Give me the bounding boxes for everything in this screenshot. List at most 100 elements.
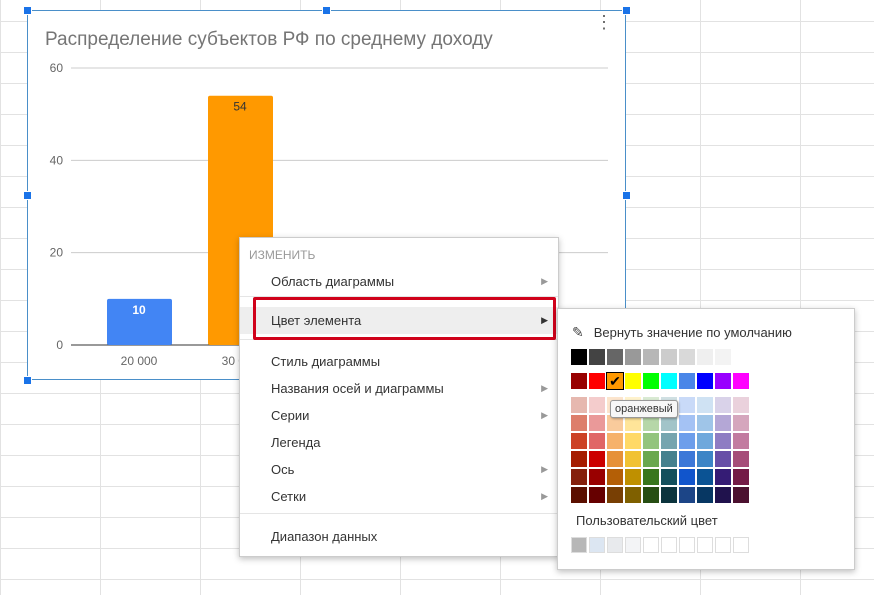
- color-swatch[interactable]: [697, 415, 713, 431]
- resize-handle[interactable]: [23, 6, 32, 15]
- reset-default-item[interactable]: ✎ Вернуть значение по умолчанию: [572, 324, 792, 341]
- color-swatch[interactable]: [571, 397, 587, 413]
- y-tick-label: 40: [50, 153, 64, 167]
- color-swatch[interactable]: [607, 469, 623, 485]
- resize-handle[interactable]: [23, 376, 32, 385]
- color-swatch[interactable]: [733, 451, 749, 467]
- color-swatch[interactable]: [733, 415, 749, 431]
- color-swatch[interactable]: [715, 415, 731, 431]
- color-swatch[interactable]: [679, 349, 695, 365]
- color-swatch[interactable]: [697, 451, 713, 467]
- resize-handle[interactable]: [622, 6, 631, 15]
- color-swatch[interactable]: [679, 433, 695, 449]
- color-swatch[interactable]: [643, 451, 659, 467]
- color-swatch[interactable]: [733, 469, 749, 485]
- menu-item[interactable]: Область диаграммы ▶: [240, 268, 558, 295]
- color-swatch[interactable]: [625, 349, 641, 365]
- color-swatch[interactable]: [589, 451, 605, 467]
- color-swatch[interactable]: [625, 487, 641, 503]
- color-swatch[interactable]: [679, 415, 695, 431]
- menu-item[interactable]: Серии ▶: [240, 402, 558, 429]
- custom-color-swatch[interactable]: [607, 537, 623, 553]
- color-swatch[interactable]: [589, 415, 605, 431]
- color-swatch[interactable]: [733, 373, 749, 389]
- color-swatch[interactable]: [697, 469, 713, 485]
- color-swatch[interactable]: [589, 469, 605, 485]
- color-swatch[interactable]: [643, 487, 659, 503]
- color-swatch[interactable]: [679, 469, 695, 485]
- color-swatch[interactable]: [715, 451, 731, 467]
- color-swatch[interactable]: [697, 487, 713, 503]
- highlight-box: [253, 297, 556, 340]
- color-swatch[interactable]: ✔: [606, 372, 624, 390]
- color-swatch[interactable]: [733, 487, 749, 503]
- color-swatch[interactable]: [589, 373, 605, 389]
- color-tooltip: оранжевый: [610, 400, 678, 418]
- color-swatch[interactable]: [733, 433, 749, 449]
- color-swatch[interactable]: [715, 469, 731, 485]
- color-swatch[interactable]: [715, 433, 731, 449]
- color-swatch[interactable]: [607, 349, 623, 365]
- custom-color-swatch[interactable]: [679, 537, 695, 553]
- menu-item[interactable]: Ось ▶: [240, 456, 558, 483]
- color-swatch[interactable]: [679, 487, 695, 503]
- menu-item[interactable]: Сетки ▶: [240, 483, 558, 510]
- color-swatch[interactable]: [571, 469, 587, 485]
- color-swatch[interactable]: [589, 487, 605, 503]
- color-swatch[interactable]: [679, 451, 695, 467]
- custom-color-swatch[interactable]: [571, 537, 587, 553]
- color-swatch[interactable]: [589, 349, 605, 365]
- color-swatch[interactable]: [643, 433, 659, 449]
- color-swatch[interactable]: [571, 451, 587, 467]
- color-swatch[interactable]: [715, 349, 731, 365]
- custom-color-swatch[interactable]: [643, 537, 659, 553]
- color-swatch[interactable]: [571, 373, 587, 389]
- custom-color-swatch[interactable]: [625, 537, 641, 553]
- menu-item[interactable]: Диапазон данных: [240, 523, 558, 550]
- color-swatch[interactable]: [733, 349, 749, 365]
- custom-color-swatch[interactable]: [697, 537, 713, 553]
- color-swatch[interactable]: [571, 415, 587, 431]
- color-swatch[interactable]: [643, 469, 659, 485]
- custom-color-swatch[interactable]: [733, 537, 749, 553]
- color-swatch[interactable]: [679, 373, 695, 389]
- color-swatch[interactable]: [607, 487, 623, 503]
- color-swatch[interactable]: [715, 373, 731, 389]
- color-swatch[interactable]: [625, 469, 641, 485]
- color-swatch[interactable]: [643, 349, 659, 365]
- menu-item[interactable]: Стиль диаграммы: [240, 348, 558, 375]
- color-swatch[interactable]: [715, 397, 731, 413]
- color-swatch[interactable]: [661, 433, 677, 449]
- color-swatch[interactable]: [661, 469, 677, 485]
- color-swatch[interactable]: [571, 433, 587, 449]
- color-swatch[interactable]: [661, 373, 677, 389]
- resize-handle[interactable]: [322, 6, 331, 15]
- resize-handle[interactable]: [23, 191, 32, 200]
- color-swatch[interactable]: [715, 487, 731, 503]
- color-swatch[interactable]: [661, 487, 677, 503]
- menu-item[interactable]: Названия осей и диаграммы ▶: [240, 375, 558, 402]
- color-swatch[interactable]: [697, 373, 713, 389]
- color-swatch[interactable]: [589, 397, 605, 413]
- color-swatch[interactable]: [697, 433, 713, 449]
- color-swatch[interactable]: [733, 397, 749, 413]
- color-swatch[interactable]: [625, 373, 641, 389]
- color-swatch[interactable]: [697, 397, 713, 413]
- color-swatch[interactable]: [661, 349, 677, 365]
- custom-color-swatch[interactable]: [661, 537, 677, 553]
- custom-color-swatch[interactable]: [715, 537, 731, 553]
- color-swatch[interactable]: [679, 397, 695, 413]
- menu-item[interactable]: Легенда: [240, 429, 558, 456]
- color-swatch[interactable]: [643, 373, 659, 389]
- color-swatch[interactable]: [589, 433, 605, 449]
- custom-color-swatch[interactable]: [589, 537, 605, 553]
- color-swatch[interactable]: [661, 451, 677, 467]
- color-swatch[interactable]: [607, 433, 623, 449]
- resize-handle[interactable]: [622, 191, 631, 200]
- color-swatch[interactable]: [607, 451, 623, 467]
- color-swatch[interactable]: [697, 349, 713, 365]
- color-swatch[interactable]: [625, 451, 641, 467]
- color-swatch[interactable]: [571, 349, 587, 365]
- color-swatch[interactable]: [571, 487, 587, 503]
- color-swatch[interactable]: [625, 433, 641, 449]
